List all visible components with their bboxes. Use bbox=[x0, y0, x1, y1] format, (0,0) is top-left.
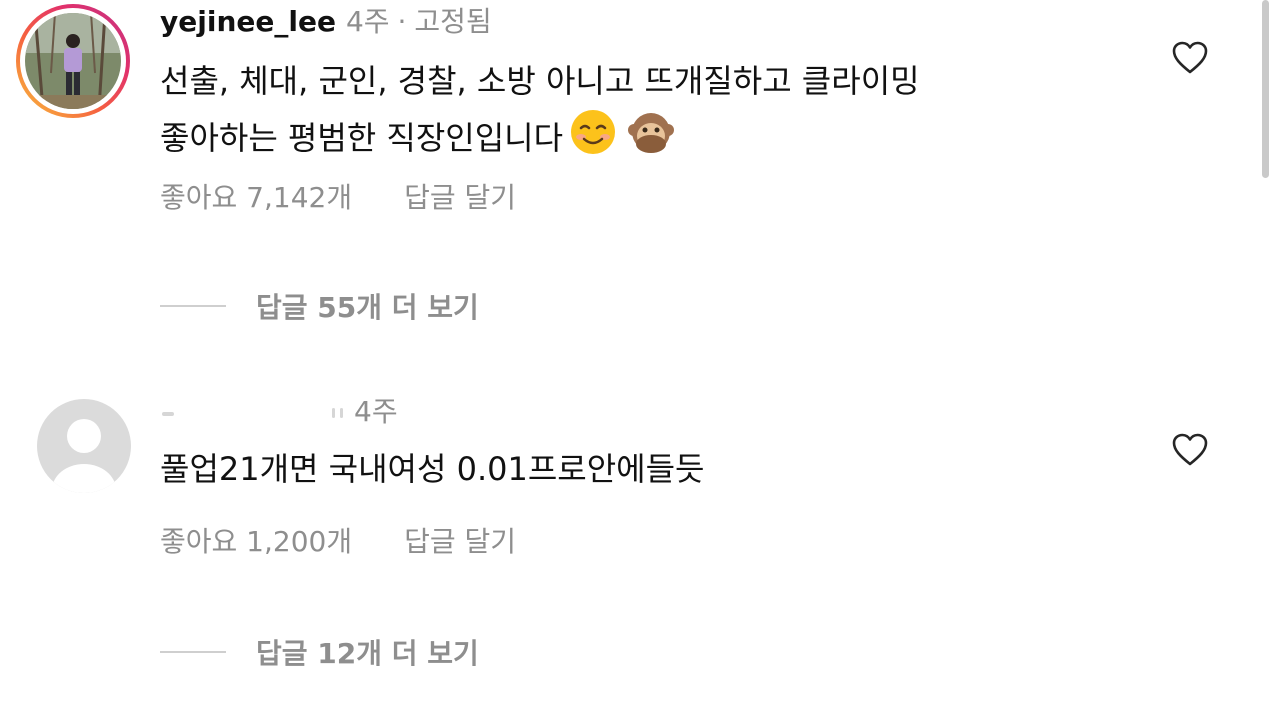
view-more-replies[interactable]: 답글 12개 더 보기 bbox=[160, 632, 479, 672]
reply-button[interactable]: 답글 달기 bbox=[404, 525, 516, 558]
more-replies-label: 답글 12개 더 보기 bbox=[256, 637, 479, 670]
comment-actions: 좋아요 1,200개 답글 달기 bbox=[160, 520, 516, 560]
comment-text: 선출, 체대, 군인, 경찰, 소방 아니고 뜨개질하고 클라이밍 좋아하는 평… bbox=[160, 54, 920, 172]
comment-header: yejinee_lee 4주 · 고정됨 bbox=[160, 2, 492, 42]
comment-text-line-2: 좋아하는 평범한 직장인입니다 bbox=[160, 108, 920, 172]
comment-text-line: 좋아하는 평범한 직장인입니다 bbox=[160, 119, 564, 157]
profile-photo bbox=[25, 13, 121, 109]
comment-header: 4주 bbox=[160, 392, 398, 432]
comment-actions: 좋아요 7,142개 답글 달기 bbox=[160, 176, 516, 216]
comment-text-line: 풀업21개면 국내여성 0.01프로안에들듯 bbox=[160, 450, 705, 488]
separator-dot: · bbox=[397, 5, 407, 38]
heart-icon[interactable] bbox=[1170, 430, 1210, 470]
obscured-username bbox=[160, 406, 350, 420]
pinned-label: 고정됨 bbox=[414, 5, 492, 38]
likes-count[interactable]: 좋아요 7,142개 bbox=[160, 181, 352, 214]
avatar[interactable] bbox=[36, 398, 132, 494]
likes-count[interactable]: 좋아요 1,200개 bbox=[160, 525, 352, 558]
comment-time: 4주 bbox=[354, 395, 398, 428]
comment-text: 풀업21개면 국내여성 0.01프로안에들듯 bbox=[160, 442, 704, 496]
avatar[interactable] bbox=[16, 4, 130, 118]
divider-line bbox=[160, 651, 226, 653]
smiling-face-icon bbox=[569, 108, 617, 172]
reply-button[interactable]: 답글 달기 bbox=[404, 181, 516, 214]
see-no-evil-monkey-icon bbox=[627, 108, 675, 172]
heart-icon[interactable] bbox=[1170, 38, 1210, 78]
comment-item: yejinee_lee 4주 · 고정됨 선출, 체대, 군인, 경찰, 소방 아니고… bbox=[0, 0, 1280, 360]
comment-item: 4주 풀업21개면 국내여성 0.01프로안에들듯 좋아요 1,200개 답글 달… bbox=[0, 390, 1280, 716]
view-more-replies[interactable]: 답글 55개 더 보기 bbox=[160, 286, 479, 326]
more-replies-label: 답글 55개 더 보기 bbox=[256, 291, 479, 324]
divider-line bbox=[160, 305, 226, 307]
comment-time: 4주 bbox=[345, 5, 390, 38]
comment-text-line: 선출, 체대, 군인, 경찰, 소방 아니고 뜨개질하고 클라이밍 bbox=[160, 62, 920, 100]
comments-screen: yejinee_lee 4주 · 고정됨 선출, 체대, 군인, 경찰, 소방 아니고… bbox=[0, 0, 1280, 716]
username[interactable]: yejinee_lee bbox=[160, 5, 336, 38]
